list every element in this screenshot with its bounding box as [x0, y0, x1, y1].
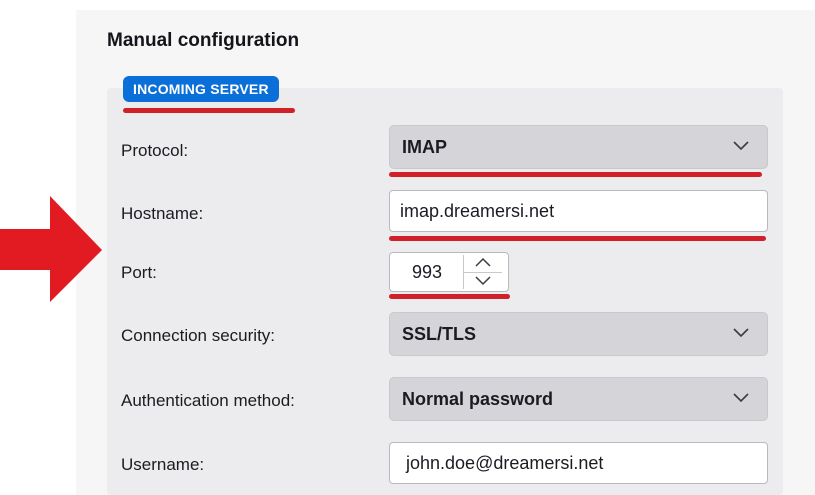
username-input[interactable]: john.doe@dreamersi.net — [389, 442, 768, 484]
incoming-server-legend: INCOMING SERVER — [123, 76, 279, 102]
username-value: john.doe@dreamersi.net — [406, 453, 604, 473]
protocol-label: Protocol: — [121, 141, 189, 160]
connection-security-label: Connection security: — [121, 326, 276, 345]
section-title: Manual configuration — [107, 30, 300, 51]
hostname-value: imap.dreamersi.net — [400, 201, 555, 221]
authentication-method-label: Authentication method: — [121, 391, 295, 410]
chevron-down-icon — [733, 393, 749, 403]
authentication-method-select[interactable]: Normal password — [389, 377, 768, 421]
chevron-up-icon — [475, 257, 491, 267]
username-label: Username: — [121, 455, 205, 474]
protocol-select[interactable]: IMAP — [389, 125, 768, 169]
connection-security-value: SSL/TLS — [402, 324, 477, 344]
hostname-label: Hostname: — [121, 204, 204, 223]
chevron-down-icon — [475, 276, 491, 286]
hostname-input[interactable]: imap.dreamersi.net — [389, 190, 768, 232]
connection-security-select[interactable]: SSL/TLS — [389, 312, 768, 356]
port-spin-buttons — [463, 255, 502, 289]
legend-underline-annotation — [123, 108, 295, 113]
red-arrow-annotation — [0, 196, 102, 302]
authentication-method-value: Normal password — [402, 389, 554, 409]
chevron-down-icon — [733, 328, 749, 338]
port-stepper[interactable]: 993 — [389, 252, 509, 292]
port-label: Port: — [121, 263, 157, 282]
chevron-down-icon — [733, 141, 749, 151]
protocol-value: IMAP — [402, 137, 447, 157]
hostname-underline-annotation — [389, 236, 766, 241]
port-increment-button[interactable] — [464, 255, 502, 273]
port-value: 993 — [411, 262, 443, 282]
port-decrement-button[interactable] — [464, 272, 502, 289]
protocol-underline-annotation — [389, 172, 762, 177]
port-underline-annotation — [389, 294, 510, 299]
